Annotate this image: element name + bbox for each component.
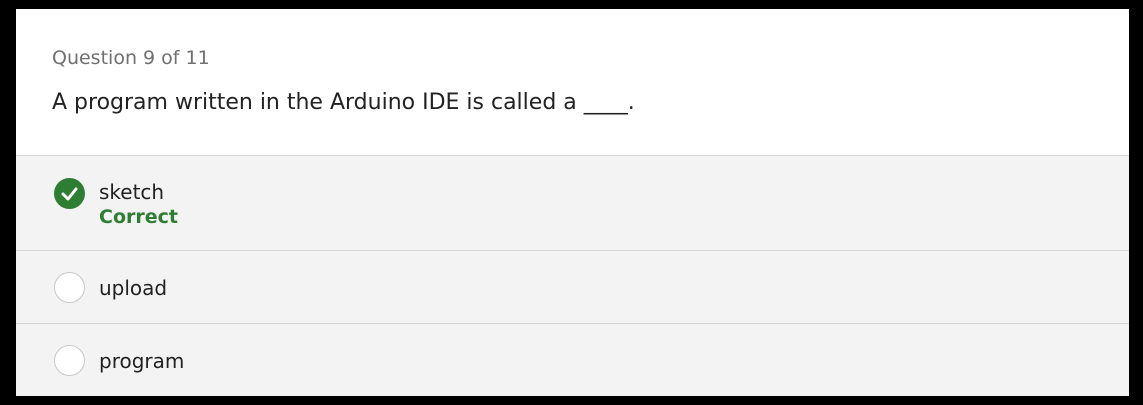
- radio-empty-icon[interactable]: [54, 345, 85, 376]
- check-circle-icon: [54, 178, 85, 209]
- answer-option-upload[interactable]: upload: [16, 251, 1129, 324]
- answer-option-label: upload: [99, 276, 168, 300]
- answer-option-program[interactable]: program: [16, 324, 1129, 396]
- question-text: A program written in the Arduino IDE is …: [52, 90, 635, 115]
- answer-options: sketch Correct upload program: [16, 155, 1129, 396]
- answer-option-label: program: [99, 349, 185, 373]
- quiz-card: Question 9 of 11 A program written in th…: [16, 9, 1129, 396]
- correct-feedback: Correct: [99, 206, 178, 228]
- answer-option-label: sketch: [99, 180, 165, 204]
- answer-option-sketch[interactable]: sketch Correct: [16, 156, 1129, 251]
- question-header: Question 9 of 11 A program written in th…: [16, 9, 1129, 155]
- radio-empty-icon[interactable]: [54, 272, 85, 303]
- question-counter: Question 9 of 11: [52, 47, 210, 69]
